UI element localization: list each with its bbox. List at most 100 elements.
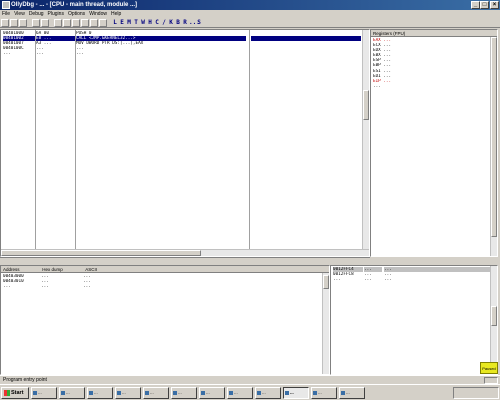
stack-value[interactable]: ... — [364, 277, 382, 282]
dump-ascii-column: ......... — [83, 274, 323, 289]
dump-pane[interactable]: Address Hex dump ASCII 00403000 00403010.… — [0, 265, 330, 375]
maximize-button[interactable]: □ — [480, 1, 489, 9]
menu-plugins[interactable]: Plugins — [46, 11, 66, 17]
taskbar-button-label: ... — [66, 390, 70, 395]
taskbar-button-label: ... — [206, 390, 210, 395]
dump-address[interactable]: ... — [3, 284, 39, 289]
goto-icon[interactable] — [99, 19, 107, 27]
column-divider[interactable] — [35, 30, 36, 249]
taskbar-button-label: ... — [38, 390, 42, 395]
taskbar-button-label: ... — [346, 390, 350, 395]
dump-scrollbar[interactable] — [322, 273, 329, 374]
window-icon — [145, 391, 149, 395]
menu-bar: File View Debug Plugins Options Window Help — [0, 10, 500, 18]
window-button-6[interactable]: C — [154, 19, 160, 27]
taskbar-button-label: ... — [122, 390, 126, 395]
menu-view[interactable]: View — [12, 11, 27, 17]
taskbar-button[interactable]: ... — [171, 387, 197, 399]
column-divider[interactable] — [249, 30, 250, 249]
menu-window[interactable]: Window — [87, 11, 109, 17]
menu-file[interactable]: File — [0, 11, 12, 17]
taskbar-button[interactable]: ... — [87, 387, 113, 399]
system-tray[interactable] — [453, 387, 499, 399]
window-button-5[interactable]: H — [147, 19, 153, 27]
taskbar-button-label: ... — [318, 390, 322, 395]
stack-pane[interactable]: 0012FFC4 0012FFC8... ......... ......... — [330, 265, 498, 375]
window-icon — [173, 391, 177, 395]
registers-scrollbar[interactable] — [490, 37, 497, 256]
taskbar-button[interactable]: ... — [311, 387, 337, 399]
dump-header-ascii[interactable]: ASCII — [85, 267, 97, 272]
resize-grip[interactable] — [484, 377, 498, 384]
instruction-comment[interactable] — [251, 51, 361, 56]
dump-ascii[interactable]: ... — [83, 284, 323, 289]
window-icon — [117, 391, 121, 395]
dump-hex-column: ......... — [41, 274, 81, 289]
restart-icon[interactable] — [10, 19, 18, 27]
stack-comment-column: ......... — [384, 267, 492, 282]
title-bar: OllyDbg - ... - [CPU - main thread, modu… — [0, 0, 500, 10]
taskbar-button[interactable]: ... — [255, 387, 281, 399]
window-button-7[interactable]: / — [161, 19, 167, 27]
start-button[interactable]: Start — [1, 387, 29, 399]
window-button-9[interactable]: B — [175, 19, 181, 27]
step-into-icon[interactable] — [54, 19, 62, 27]
menu-debug[interactable]: Debug — [27, 11, 46, 17]
step-over-icon[interactable] — [63, 19, 71, 27]
vertical-scrollbar[interactable] — [362, 30, 369, 249]
paused-indicator: Paused — [480, 362, 498, 374]
disassembler-pane[interactable]: 00401000 00401002 00401007 0040100C... 6A 0… — [0, 29, 370, 257]
registers-list: EAX ... ECX ... EDX ... EBX ... ESP ... EBP .… — [371, 37, 497, 90]
dump-header-hex[interactable]: Hex dump — [42, 266, 84, 273]
taskbar-button[interactable]: ... — [59, 387, 85, 399]
app-icon[interactable] — [2, 1, 10, 9]
stack-address[interactable]: ... — [333, 277, 363, 282]
taskbar-button[interactable]: ... — [227, 387, 253, 399]
instruction-bytes[interactable]: ... — [36, 51, 76, 56]
taskbar-button-label: ... — [234, 390, 238, 395]
minimize-button[interactable]: _ — [471, 1, 480, 9]
pause-icon[interactable] — [41, 19, 49, 27]
window-icon — [313, 391, 317, 395]
taskbar-button[interactable]: ... — [339, 387, 365, 399]
open-icon[interactable] — [1, 19, 9, 27]
window-icon — [33, 391, 37, 395]
execute-till-return-icon[interactable] — [90, 19, 98, 27]
window-button-12[interactable]: S — [196, 19, 202, 27]
info-line — [0, 257, 370, 265]
column-divider[interactable] — [75, 30, 76, 249]
stack-comment[interactable]: ... — [384, 277, 492, 282]
window-button-2[interactable]: M — [126, 19, 132, 27]
start-label: Start — [11, 390, 24, 396]
window-button-1[interactable]: E — [119, 19, 125, 27]
window-button-3[interactable]: T — [133, 19, 139, 27]
instruction-address[interactable]: ... — [3, 51, 35, 56]
trace-over-icon[interactable] — [81, 19, 89, 27]
window-button-10[interactable]: R — [182, 19, 188, 27]
registers-title: Registers (FPU) — [371, 30, 497, 37]
close-button[interactable]: × — [490, 1, 499, 9]
window-button-11[interactable]: ... — [189, 19, 200, 27]
run-icon[interactable] — [32, 19, 40, 27]
stack-address-column: 0012FFC4 0012FFC8... — [333, 267, 363, 282]
stack-scrollbar[interactable] — [490, 266, 497, 374]
window-button-8[interactable]: K — [168, 19, 174, 27]
close-icon[interactable] — [19, 19, 27, 27]
menu-options[interactable]: Options — [66, 11, 87, 17]
dump-header-address[interactable]: Address — [3, 266, 41, 273]
registers-pane[interactable]: Registers (FPU) EAX ... ECX ... EDX ... EBX… — [370, 29, 498, 257]
instruction-text[interactable]: ... — [76, 51, 246, 56]
taskbar-button[interactable]: ... — [283, 387, 309, 399]
taskbar-button[interactable]: ... — [115, 387, 141, 399]
register-line[interactable]: ... — [373, 84, 495, 89]
taskbar-button[interactable]: ... — [31, 387, 57, 399]
taskbar-button[interactable]: ... — [143, 387, 169, 399]
window-button-0[interactable]: L — [112, 19, 118, 27]
trace-into-icon[interactable] — [72, 19, 80, 27]
horizontal-scrollbar[interactable] — [1, 249, 369, 256]
taskbar-button[interactable]: ... — [199, 387, 225, 399]
address-column: 00401000 00401002 00401007 0040100C... — [3, 31, 35, 56]
dump-hex[interactable]: ... — [41, 284, 81, 289]
menu-help[interactable]: Help — [109, 11, 123, 17]
window-button-4[interactable]: W — [140, 19, 146, 27]
